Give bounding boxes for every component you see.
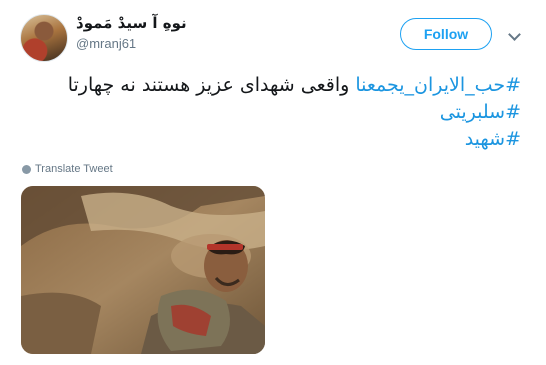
hashtag-link[interactable]: #سلبریتی [440, 101, 521, 123]
hashtag-link[interactable]: #شهید [465, 128, 521, 150]
avatar[interactable] [20, 14, 68, 62]
tweet-line-3: #شهید [21, 126, 521, 153]
author-display-name[interactable]: نوهِ آ سیدْ مَمودْ [76, 14, 187, 32]
tweet-body-text: واقعی شهدای عزیز هستند نه چهارتا [67, 74, 356, 96]
tweet-line-1: #حب_الایران_یجمعنا واقعی شهدای عزیز هستن… [21, 72, 521, 99]
hashtag-link[interactable]: #حب_الایران_یجمعنا [355, 74, 521, 96]
translate-label: Translate Tweet [35, 163, 113, 175]
translate-tweet-link[interactable]: Translate Tweet [22, 163, 113, 175]
follow-button[interactable]: Follow [400, 18, 492, 50]
tweet-photo[interactable] [21, 186, 265, 354]
tweet-line-2: #سلبریتی [21, 99, 521, 126]
tweet-text: #حب_الایران_یجمعنا واقعی شهدای عزیز هستن… [21, 72, 521, 153]
photo-illustration [21, 186, 265, 354]
globe-icon [22, 164, 31, 174]
author-handle[interactable]: @mranj61 [76, 36, 136, 51]
chevron-down-icon[interactable] [508, 28, 521, 41]
